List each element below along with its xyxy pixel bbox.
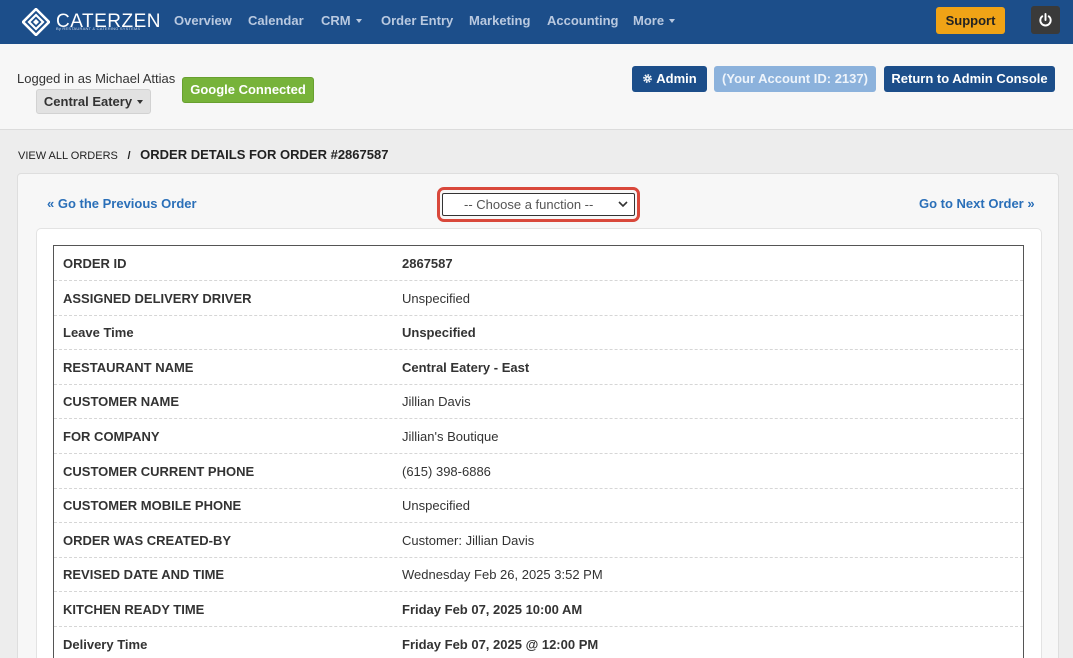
detail-row: ASSIGNED DELIVERY DRIVER Unspecified [54,281,1023,316]
support-button[interactable]: Support [936,7,1005,34]
detail-row: KITCHEN READY TIME Friday Feb 07, 2025 10… [54,592,1023,627]
nav-marketing[interactable]: Marketing [469,13,530,28]
brand-subtitle: By RESTAURANT & CATERING SYSTEMS [56,26,141,31]
detail-row: ORDER ID 2867587 [54,246,1023,281]
order-details-table: ORDER ID 2867587 ASSIGNED DELIVERY DRIVER U… [53,245,1024,658]
google-connected-button[interactable]: Google Connected [182,77,314,103]
detail-label: FOR COMPANY [63,429,160,444]
next-order-link[interactable]: Go to Next Order » [919,196,1035,211]
detail-value: Friday Feb 07, 2025 10:00 AM [402,602,583,617]
detail-label: ORDER ID [63,256,127,271]
detail-value: Wednesday Feb 26, 2025 3:52 PM [402,567,603,583]
detail-row: ORDER WAS CREATED-BY Customer: Jillian Da… [54,523,1023,558]
nav-more[interactable]: More [633,13,676,28]
caret-down-icon [355,18,362,23]
breadcrumb-view-all-orders[interactable]: View All Orders [18,150,118,162]
detail-value: (615) 398-6886 [402,463,491,479]
caterzen-logo-icon [22,8,50,36]
page-title: Order Details for Order #2867587 [140,147,389,162]
gear-icon [643,74,653,83]
breadcrumb-separator: / [127,150,131,162]
caterzen-logo[interactable]: CATERZEN [22,8,161,36]
detail-label: CUSTOMER NAME [63,394,180,410]
detail-value: Unspecified [402,498,470,514]
nav-calendar[interactable]: Calendar [248,13,304,28]
breadcrumb: View All Orders / Order Details for Orde… [18,147,388,162]
detail-row: REVISED DATE AND TIME Wednesday Feb 26, 2… [54,557,1023,593]
detail-row: Delivery Time Friday Feb 07, 2025 @ 12:00… [54,627,1023,658]
caret-down-icon [137,99,144,104]
nav-order-entry[interactable]: Order Entry [381,13,453,28]
detail-label: Leave Time [63,325,134,341]
detail-value: Unspecified [402,290,470,306]
power-icon [1039,13,1052,27]
caret-down-icon [669,18,676,23]
logged-in-text: Logged in as Michael Attias [17,71,176,86]
nav-accounting[interactable]: Accounting [547,13,619,28]
detail-row: Leave Time Unspecified [54,315,1023,351]
power-button[interactable] [1031,6,1060,34]
detail-row: CUSTOMER CURRENT PHONE (615) 398-6886 [54,454,1023,489]
function-select-value: -- Choose a function -- [464,197,594,212]
detail-label: RESTAURANT NAME [63,359,194,375]
detail-value: 2867587 [402,256,453,271]
nav-crm[interactable]: CRM [321,13,362,28]
previous-order-link[interactable]: « Go the Previous Order [47,196,197,211]
detail-value: Central Eatery - East [402,359,530,375]
admin-button[interactable]: Admin [632,66,707,92]
detail-label: CUSTOMER CURRENT PHONE [63,463,255,479]
detail-row: FOR COMPANY Jillian's Boutique [54,419,1023,454]
detail-label: REVISED DATE AND TIME [63,567,225,583]
detail-value: Friday Feb 07, 2025 @ 12:00 PM [402,636,599,652]
detail-row: CUSTOMER NAME Jillian Davis [54,384,1023,420]
detail-label: ASSIGNED DELIVERY DRIVER [63,290,252,306]
top-navbar: CATERZEN By RESTAURANT & CATERING SYSTEM… [0,0,1073,44]
detail-value: Unspecified [402,325,476,341]
detail-label: KITCHEN READY TIME [63,602,205,617]
detail-label: ORDER WAS CREATED-BY [63,532,232,548]
detail-value: Jillian's Boutique [402,429,499,444]
detail-value: Customer: Jillian Davis [402,532,535,548]
return-admin-console-button[interactable]: Return to Admin Console [884,66,1055,92]
detail-row: CUSTOMER MOBILE PHONE Unspecified [54,488,1023,524]
location-dropdown[interactable]: Central Eatery [36,89,151,114]
detail-label: CUSTOMER MOBILE PHONE [63,498,242,514]
account-id-button[interactable]: (Your Account ID: 2137) [714,66,876,92]
detail-label: Delivery Time [63,636,148,652]
account-bar: Logged in as Michael Attias Central Eate… [0,44,1073,130]
nav-overview[interactable]: Overview [174,13,232,28]
function-select[interactable]: -- Choose a function -- [442,193,635,216]
detail-row: RESTAURANT NAME Central Eatery - East [54,350,1023,385]
chevron-down-icon [618,201,628,208]
detail-value: Jillian Davis [402,394,471,410]
